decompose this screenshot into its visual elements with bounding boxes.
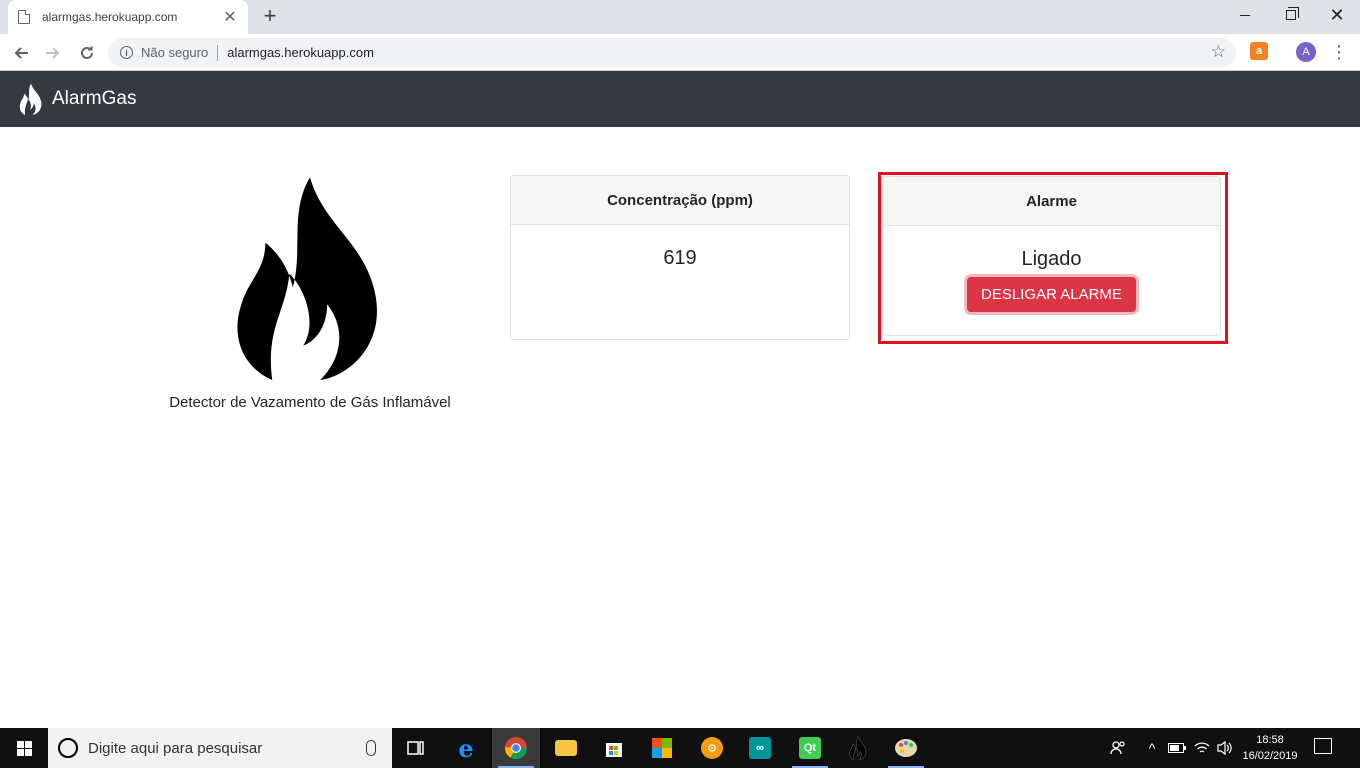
profile-avatar[interactable]: A [1296, 42, 1316, 62]
disable-alarm-button[interactable]: DESLIGAR ALARME [967, 277, 1136, 312]
browser-menu-icon[interactable]: ⋮ [1330, 40, 1348, 64]
arrow-right-icon [46, 47, 60, 59]
concentration-card: Concentração (ppm) 619 [510, 175, 850, 340]
gear-icon: ⚙ [701, 737, 723, 759]
taskbar-app-arduino[interactable]: ∞ [736, 728, 784, 768]
minimize-button[interactable] [1222, 0, 1268, 30]
browser-tab-strip: alarmgas.herokuapp.com ✕ + ✕ [0, 0, 1360, 34]
office-icon [652, 738, 672, 758]
info-icon[interactable]: i [120, 46, 133, 59]
taskbar-search-placeholder: Digite aqui para pesquisar [88, 739, 263, 757]
new-tab-button[interactable]: + [258, 4, 282, 30]
taskbar-clock[interactable]: 18:58 16/02/2019 [1236, 732, 1304, 764]
browser-tab[interactable]: alarmgas.herokuapp.com ✕ [8, 0, 248, 34]
taskbar-app-alarmgas[interactable] [834, 728, 882, 768]
reload-button[interactable] [74, 40, 100, 66]
wifi-status[interactable] [1192, 728, 1212, 768]
notification-center-icon[interactable] [1314, 738, 1332, 754]
concentration-value: 619 [663, 247, 697, 269]
forward-button[interactable] [40, 40, 66, 66]
cortana-icon [58, 738, 78, 758]
restore-icon [1286, 7, 1299, 20]
clock-time: 18:58 [1256, 734, 1284, 746]
edge-icon: e [458, 733, 474, 763]
page-icon [18, 10, 30, 24]
reload-icon [81, 46, 93, 59]
people-button[interactable] [1106, 728, 1130, 768]
url-text[interactable]: alarmgas.herokuapp.com [227, 45, 374, 60]
volume-control[interactable] [1214, 728, 1236, 768]
security-label: Não seguro [141, 45, 209, 60]
logo-caption: Detector de Vazamento de Gás Inflamável [169, 394, 451, 411]
restore-button[interactable] [1268, 0, 1314, 30]
chevron-up-icon: ^ [1148, 740, 1156, 756]
address-separator [217, 44, 219, 61]
taskbar-search[interactable]: Digite aqui para pesquisar [48, 728, 392, 768]
bookmark-star-icon[interactable]: ☆ [1211, 42, 1226, 62]
brand-name[interactable]: AlarmGas [52, 88, 136, 110]
task-view-icon [407, 741, 424, 755]
task-view-button[interactable] [392, 728, 440, 768]
concentration-body: 619 [511, 247, 849, 270]
taskbar-app-office[interactable] [638, 728, 686, 768]
taskbar-app-edge[interactable]: e [442, 728, 490, 768]
extension-icon[interactable]: a [1250, 42, 1268, 60]
qt-icon: Qt [799, 737, 821, 759]
taskbar-app-store[interactable] [590, 728, 638, 768]
logo-section: Detector de Vazamento de Gás Inflamável [140, 170, 480, 411]
battery-status[interactable] [1166, 728, 1188, 768]
taskbar-app-settings[interactable]: ⚙ [688, 728, 736, 768]
speaker-icon [1217, 740, 1232, 756]
concentration-header: Concentração (ppm) [511, 176, 849, 225]
flame-icon [849, 736, 867, 760]
store-icon [606, 743, 622, 757]
alarm-header: Alarme [883, 177, 1220, 226]
show-hidden-icons-button[interactable]: ^ [1142, 728, 1162, 768]
clock-date: 16/02/2019 [1242, 750, 1298, 762]
alarm-body: Ligado DESLIGAR ALARME [883, 248, 1220, 312]
taskbar-app-qt-creator[interactable]: Qt [786, 728, 834, 768]
tab-title: alarmgas.herokuapp.com [42, 10, 178, 24]
address-bar[interactable]: i Não seguro alarmgas.herokuapp.com ☆ [108, 38, 1236, 67]
folder-icon [555, 740, 577, 756]
microphone-icon[interactable] [366, 740, 376, 756]
wifi-icon [1194, 742, 1210, 753]
taskbar-app-paint[interactable] [882, 728, 930, 768]
browser-toolbar: i Não seguro alarmgas.herokuapp.com ☆ a … [0, 34, 1360, 71]
windows-logo-icon [16, 740, 32, 756]
start-button[interactable] [0, 728, 48, 768]
taskbar-app-chrome[interactable] [492, 728, 540, 768]
chrome-icon [505, 737, 527, 759]
arrow-left-icon [14, 47, 28, 59]
close-icon: ✕ [1329, 4, 1345, 25]
windows-taskbar: Digite aqui para pesquisar e ⚙ ∞ Qt ^ 18… [0, 728, 1360, 768]
alarm-card: Alarme Ligado DESLIGAR ALARME [882, 176, 1221, 336]
minimize-icon [1240, 14, 1250, 16]
people-icon [1110, 741, 1125, 755]
paint-palette-icon [895, 739, 917, 757]
back-button[interactable] [8, 40, 34, 66]
flame-icon[interactable] [17, 83, 45, 115]
battery-icon [1168, 743, 1186, 753]
alarm-status: Ligado [1021, 248, 1082, 270]
arduino-icon: ∞ [749, 737, 771, 759]
taskbar-app-file-explorer[interactable] [542, 728, 590, 768]
flame-icon [237, 177, 377, 380]
app-navbar: AlarmGas [0, 71, 1360, 127]
close-window-button[interactable]: ✕ [1314, 0, 1360, 30]
tab-close-icon[interactable]: ✕ [222, 7, 238, 27]
